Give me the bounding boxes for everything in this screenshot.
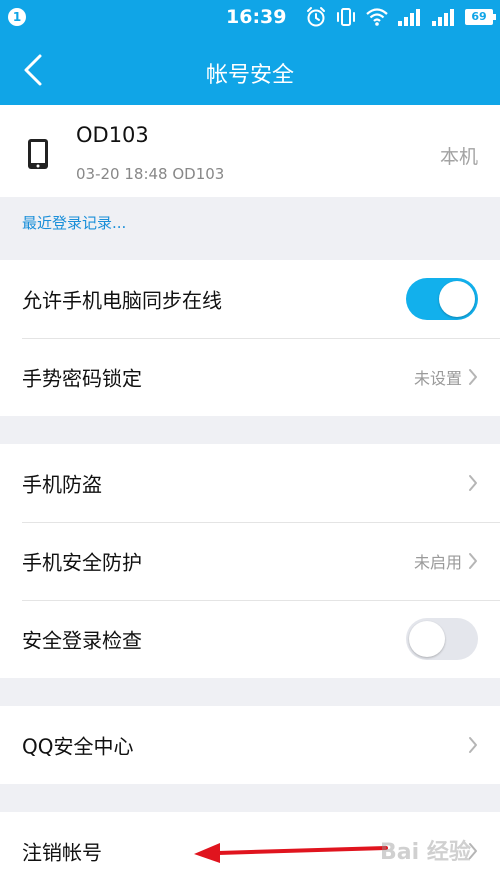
battery-icon: 69 [465,9,496,25]
chevron-right-icon [469,553,477,569]
wifi-icon [366,8,388,26]
settings-group-phone-security: 手机防盗 手机安全防护 未启用 安全登录检查 [0,444,500,678]
setting-value: 未设置 [413,369,462,388]
setting-row-gesture-lock[interactable]: 手势密码锁定 未设置 [0,338,500,416]
setting-row-phone-protection[interactable]: 手机安全防护 未启用 [0,522,500,600]
signal-icon [398,9,420,26]
setting-label: 手机安全防护 [22,550,142,575]
setting-value: 未启用 [413,553,462,572]
settings-group-security-center: QQ安全中心 [0,706,500,784]
toggle-knob [409,621,445,657]
setting-label: 允许手机电脑同步在线 [22,288,222,313]
device-name: OD103 [76,123,149,147]
chevron-right-icon [469,475,477,491]
device-last-login: 03-20 18:48 OD103 [76,165,225,183]
setting-label: 注销帐号 [22,840,102,865]
title-bar: 帐号安全 [0,35,500,105]
setting-row-login-check[interactable]: 安全登录检查 [0,600,500,678]
sync-online-toggle[interactable] [406,278,478,320]
setting-label: 安全登录检查 [22,628,142,653]
toggle-knob [439,281,475,317]
status-time: 16:39 [226,6,287,28]
setting-row-sync-online[interactable]: 允许手机电脑同步在线 [0,260,500,338]
setting-label: 手机防盗 [22,472,102,497]
setting-row-qq-security-center[interactable]: QQ安全中心 [0,706,500,784]
phone-icon [28,139,48,169]
alarm-icon [307,7,325,27]
chevron-right-icon [469,737,477,753]
chevron-right-icon [469,369,477,385]
recent-login-records-link[interactable]: 最近登录记录... [22,212,126,233]
setting-row-anti-theft[interactable]: 手机防盗 [0,444,500,522]
status-bar: 1 16:39 69 [0,0,500,35]
red-arrow-annotation [194,843,388,863]
settings-group-sync: 允许手机电脑同步在线 手势密码锁定 未设置 [0,260,500,416]
vibrate-icon [337,8,355,26]
signal-icon [432,9,454,26]
login-check-toggle[interactable] [406,618,478,660]
setting-label: QQ安全中心 [22,734,134,759]
page-title: 帐号安全 [205,63,294,88]
notification-badge: 1 [8,8,26,26]
status-icons: 69 [305,5,496,29]
setting-label: 手势密码锁定 [22,366,142,391]
current-device-card: OD103 03-20 18:48 OD103 本机 [0,105,500,197]
current-device-tag: 本机 [439,146,478,168]
watermark: Bai 经验 [380,840,471,865]
